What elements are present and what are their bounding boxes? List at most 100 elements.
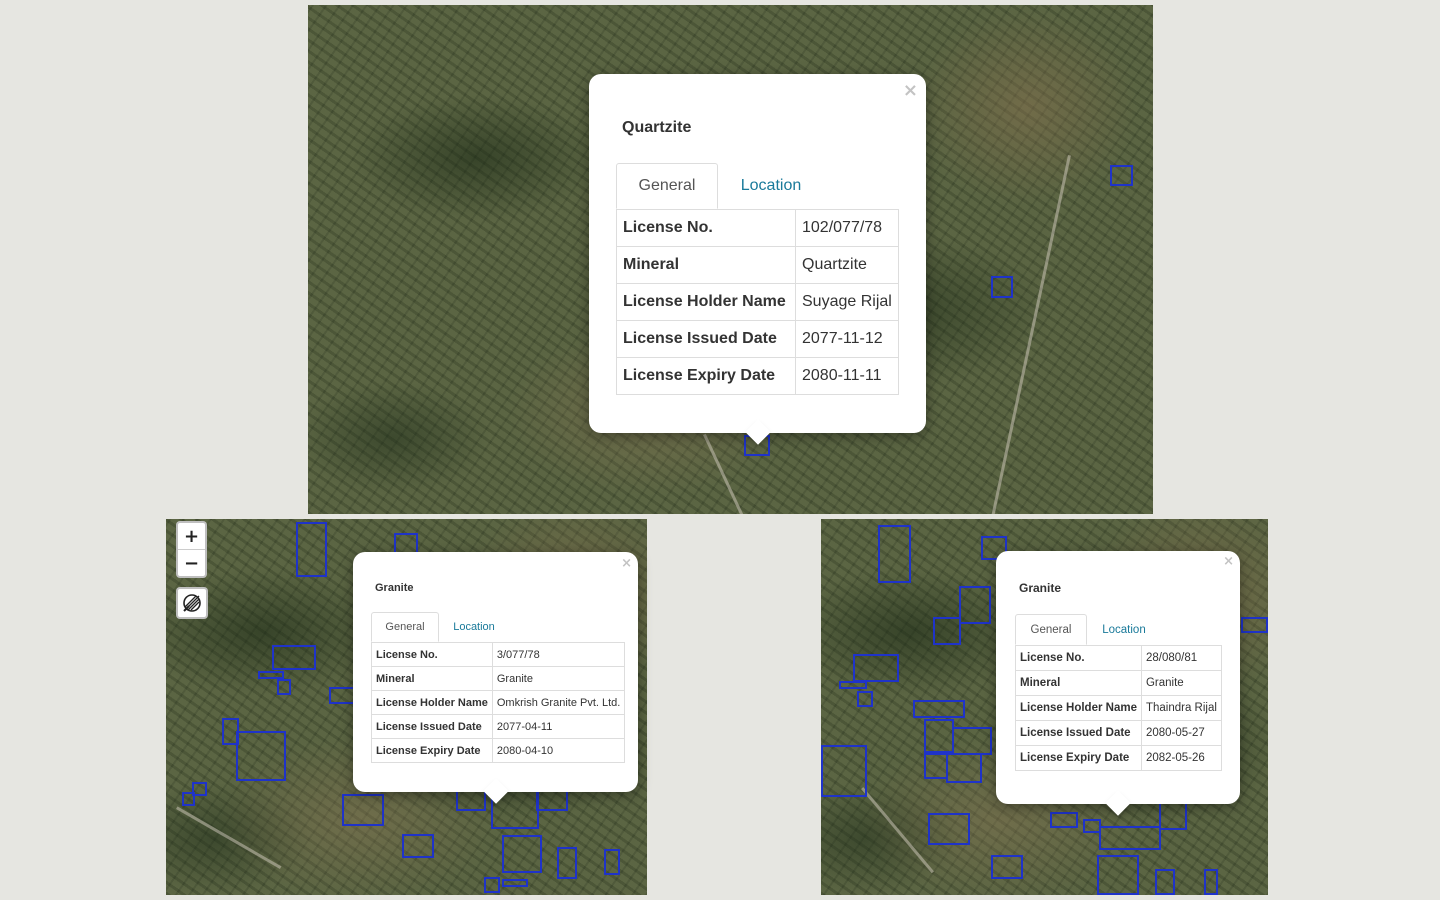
row-label: Mineral: [616, 246, 796, 284]
mining-parcel[interactable]: [342, 794, 384, 826]
table-row: License Issued Date 2077-11-12: [616, 320, 899, 358]
mining-parcel[interactable]: [182, 792, 195, 806]
feature-popup: × Quartzite General Location License No.…: [589, 74, 926, 445]
row-label: License Holder Name: [371, 690, 493, 715]
mining-parcel[interactable]: [991, 276, 1013, 298]
row-value: Granite: [1140, 670, 1222, 696]
mining-parcel[interactable]: [878, 525, 911, 583]
table-row: License No. 28/080/81: [1015, 645, 1222, 671]
mining-parcel[interactable]: [456, 789, 486, 811]
mining-parcel[interactable]: [933, 617, 961, 645]
feature-popup: × Granite General Location License No. 28…: [996, 551, 1240, 816]
row-label: License Expiry Date: [371, 738, 493, 763]
layers-icon: [183, 594, 201, 612]
table-row: License Expiry Date 2080-04-10: [371, 738, 626, 763]
mining-parcel[interactable]: [991, 855, 1023, 879]
mining-parcel[interactable]: [1159, 802, 1187, 830]
river: [988, 155, 1071, 514]
row-value: 28/080/81: [1140, 645, 1222, 671]
mining-parcel[interactable]: [502, 879, 528, 887]
tab-general[interactable]: General: [616, 163, 718, 209]
mining-parcel[interactable]: [236, 731, 286, 781]
row-label: License Expiry Date: [616, 357, 796, 395]
mining-parcel[interactable]: [1241, 617, 1268, 633]
row-value: 2080-05-27: [1140, 720, 1222, 746]
row-value: Thaindra Rijal: [1140, 695, 1222, 721]
river: [703, 433, 744, 514]
close-icon[interactable]: ×: [903, 82, 918, 100]
river: [861, 787, 935, 874]
mining-parcel[interactable]: [1050, 812, 1078, 828]
mining-parcel[interactable]: [952, 727, 992, 755]
mining-parcel[interactable]: [924, 719, 954, 753]
mining-parcel[interactable]: [821, 745, 867, 797]
tab-location[interactable]: Location: [1087, 614, 1161, 645]
mining-parcel[interactable]: [329, 687, 355, 704]
mining-parcel[interactable]: [604, 849, 620, 875]
mining-parcel[interactable]: [928, 813, 970, 845]
row-value: 2080-04-10: [491, 738, 626, 763]
mining-parcel[interactable]: [959, 586, 991, 624]
mining-parcel[interactable]: [272, 645, 316, 670]
mining-parcel[interactable]: [277, 679, 291, 695]
mining-parcel[interactable]: [1097, 855, 1139, 895]
table-row: License Issued Date 2077-04-11: [371, 714, 626, 739]
row-value: Granite: [491, 666, 626, 691]
row-label: License Issued Date: [1015, 720, 1142, 746]
mining-parcel[interactable]: [946, 753, 982, 783]
layers-button[interactable]: [176, 587, 208, 619]
close-icon[interactable]: ×: [1223, 555, 1234, 568]
popup-title: Granite: [1019, 581, 1062, 595]
tab-location[interactable]: Location: [718, 163, 824, 209]
mining-parcel[interactable]: [1155, 869, 1175, 895]
mining-parcel[interactable]: [1204, 869, 1218, 895]
tab-general[interactable]: General: [1015, 614, 1087, 645]
row-value: Omkrish Granite Pvt. Ltd.: [491, 690, 626, 715]
mining-parcel[interactable]: [857, 691, 873, 707]
row-label: Mineral: [371, 666, 493, 691]
row-label: License Holder Name: [616, 283, 796, 321]
row-label: Mineral: [1015, 670, 1142, 696]
tab-location[interactable]: Location: [439, 612, 509, 642]
table-row: License Expiry Date 2080-11-11: [616, 357, 899, 395]
mining-parcel[interactable]: [402, 834, 434, 858]
mining-parcel[interactable]: [502, 835, 542, 873]
row-value: 3/077/78: [491, 642, 626, 667]
popup-tabs: General Location: [1015, 614, 1221, 646]
table-row: License Issued Date 2080-05-27: [1015, 720, 1222, 746]
row-value: Quartzite: [795, 246, 899, 284]
mining-parcel[interactable]: [913, 700, 965, 718]
license-info-table: License No. 28/080/81 Mineral Granite Lice…: [1015, 645, 1222, 771]
mining-parcel[interactable]: [924, 753, 948, 779]
close-icon[interactable]: ×: [621, 557, 632, 570]
zoom-out-button[interactable]: −: [178, 549, 205, 576]
row-value: Suyage Rijal: [795, 283, 899, 321]
table-row: License Holder Name Suyage Rijal: [616, 283, 899, 321]
row-value: 2077-04-11: [491, 714, 626, 739]
river: [176, 806, 282, 869]
row-label: License Expiry Date: [1015, 745, 1142, 771]
popup-title: Quartzite: [622, 119, 692, 136]
table-row: License Holder Name Thaindra Rijal: [1015, 695, 1222, 721]
mining-parcel[interactable]: [536, 789, 568, 811]
license-info-table: License No. 102/077/78 Mineral Quartzite L…: [616, 209, 899, 395]
row-label: License No.: [1015, 645, 1142, 671]
mining-parcel[interactable]: [839, 681, 867, 689]
mining-parcel[interactable]: [258, 671, 284, 679]
table-row: License Holder Name Omkrish Granite Pvt. …: [371, 690, 626, 715]
mining-parcel[interactable]: [1110, 165, 1133, 186]
table-row: Mineral Granite: [371, 666, 626, 691]
zoom-in-button[interactable]: +: [178, 523, 205, 549]
row-value: 2080-11-11: [795, 357, 899, 395]
mining-parcel[interactable]: [296, 522, 327, 577]
row-value: 2077-11-12: [795, 320, 899, 358]
mining-parcel[interactable]: [557, 847, 577, 879]
mining-parcel[interactable]: [853, 654, 899, 682]
tab-general[interactable]: General: [371, 612, 439, 642]
row-label: License Issued Date: [616, 320, 796, 358]
popup-tabs: General Location: [371, 612, 620, 643]
feature-popup: × Granite General Location License No. 3/…: [353, 552, 638, 804]
mining-parcel[interactable]: [1099, 826, 1161, 850]
popup-title: Granite: [375, 582, 414, 594]
mining-parcel[interactable]: [484, 877, 500, 893]
